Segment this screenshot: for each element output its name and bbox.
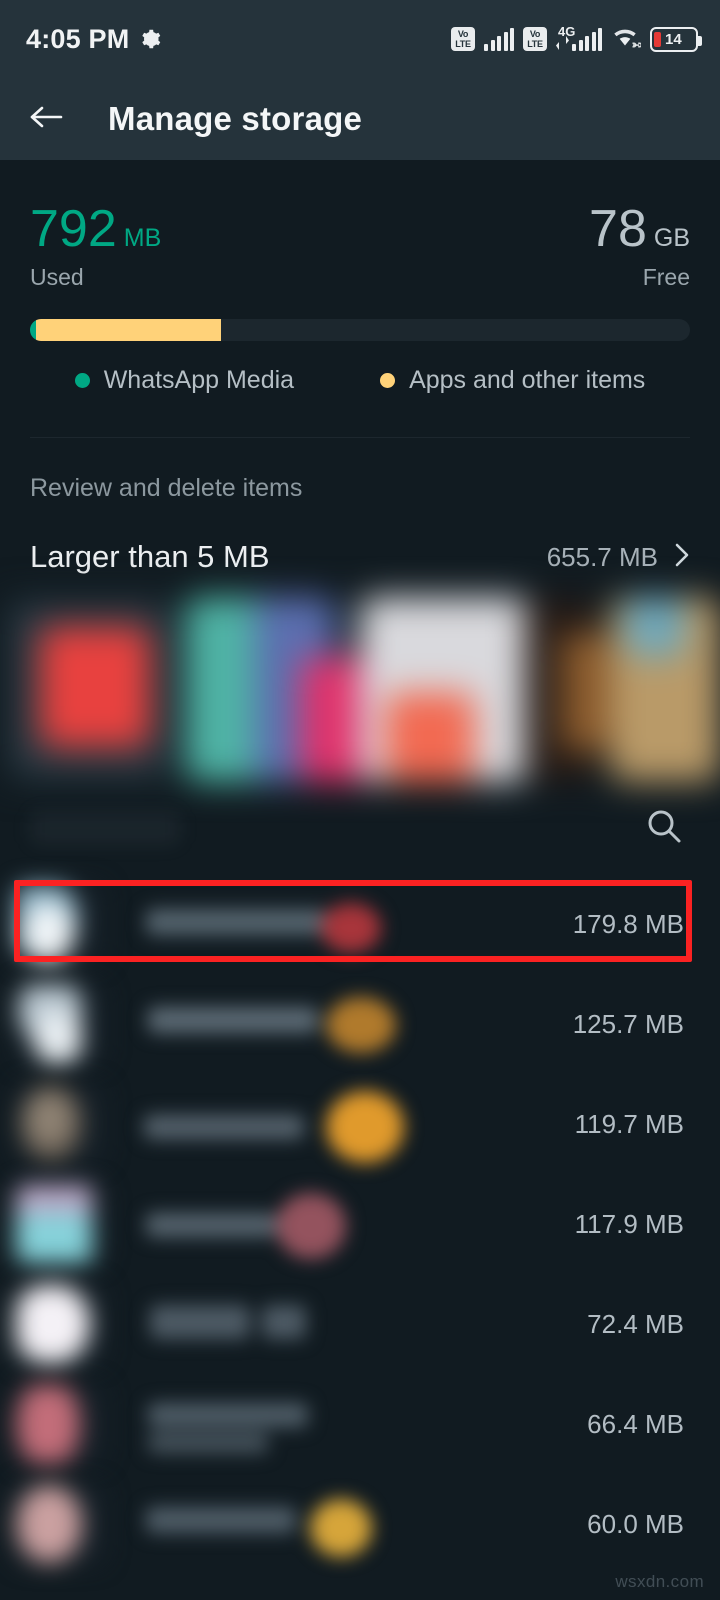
file-meta	[126, 1385, 587, 1463]
storage-legend: WhatsApp Media Apps and other items	[30, 366, 690, 395]
legend-dot-apps	[380, 373, 396, 388]
storage-used: 792 MB Used	[30, 202, 161, 291]
network-type-label: 4G	[558, 24, 576, 39]
larger-than-row[interactable]: Larger than 5 MB 655.7 MB	[30, 539, 690, 575]
file-thumbnail	[16, 1285, 104, 1363]
file-meta	[126, 885, 573, 963]
file-thumbnail	[16, 1485, 104, 1563]
used-unit: MB	[123, 224, 162, 252]
signal-bars-icon-sim1	[484, 27, 514, 51]
larger-than-right: 655.7 MB	[547, 542, 690, 573]
legend-label-media: WhatsApp Media	[103, 366, 295, 394]
table-row[interactable]: 66.4 MB	[0, 1374, 720, 1474]
file-size: 60.0 MB	[587, 1508, 684, 1539]
file-meta	[126, 1285, 587, 1363]
status-bar-right: Vo LTE Vo LTE 4G 14	[451, 24, 702, 54]
table-row[interactable]: 125.7 MB	[0, 974, 720, 1074]
battery-level-label: 14	[665, 30, 682, 48]
phone-screen: 4:05 PM Vo LTE Vo LTE 4G 14 Manage stora…	[0, 0, 720, 1600]
file-size: 125.7 MB	[572, 1008, 684, 1039]
storage-free: 78 GB Free	[589, 202, 690, 291]
review-section-title: Review and delete items	[30, 474, 303, 502]
table-row[interactable]: 119.7 MB	[0, 1074, 720, 1174]
legend-dot-media	[74, 373, 90, 388]
list-toolbar	[0, 782, 720, 874]
storage-progress-bar	[30, 319, 690, 341]
storage-figures: 792 MB Used 78 GB Free	[30, 202, 690, 291]
volte-icon-sim1: Vo LTE	[451, 27, 475, 51]
progress-segment-apps	[35, 319, 221, 341]
file-thumbnail	[16, 885, 104, 963]
sort-by-control[interactable]	[30, 811, 180, 845]
free-value: 78	[589, 200, 647, 258]
table-row[interactable]: 60.0 MB	[0, 1474, 720, 1574]
back-arrow-icon[interactable]	[28, 102, 66, 137]
status-time: 4:05 PM	[26, 23, 130, 54]
file-meta	[126, 1185, 575, 1263]
media-preview-strip[interactable]	[0, 597, 720, 782]
file-meta	[126, 1485, 587, 1563]
gear-icon	[139, 28, 161, 50]
status-bar-left: 4:05 PM	[26, 24, 161, 55]
battery-icon: 14	[650, 26, 702, 52]
page-title: Manage storage	[108, 100, 363, 137]
file-size: 66.4 MB	[587, 1408, 684, 1439]
legend-label-apps: Apps and other items	[409, 366, 646, 394]
signal-bars-icon-sim2	[572, 27, 602, 51]
file-thumbnail	[16, 1385, 104, 1463]
used-caption: Used	[30, 264, 84, 290]
used-value: 792	[30, 200, 117, 258]
file-thumbnail	[16, 985, 104, 1063]
file-size: 72.4 MB	[587, 1308, 684, 1339]
file-thumbnail	[16, 1085, 104, 1163]
file-list: 179.8 MB 125.7 MB 119.7 MB 117.9 MB 72.4…	[0, 874, 720, 1574]
mobile-data-icon: 4G	[556, 24, 602, 51]
table-row[interactable]: 72.4 MB	[0, 1274, 720, 1374]
file-meta	[126, 985, 573, 1063]
wifi-icon	[611, 25, 643, 54]
file-thumbnail	[16, 1185, 104, 1263]
file-meta	[126, 1085, 575, 1163]
storage-summary: 792 MB Used 78 GB Free WhatsApp Media Apps…	[0, 160, 720, 438]
free-caption: Free	[642, 264, 690, 290]
app-bar: Manage storage	[0, 78, 720, 160]
file-size: 117.9 MB	[574, 1208, 684, 1239]
table-row[interactable]: 179.8 MB	[0, 874, 720, 974]
free-unit: GB	[653, 224, 690, 252]
legend-item-apps: Apps and other items	[380, 366, 645, 395]
table-row[interactable]: 117.9 MB	[0, 1174, 720, 1274]
file-size: 179.8 MB	[572, 908, 684, 939]
watermark: wsxdn.com	[615, 1572, 704, 1591]
larger-than-label: Larger than 5 MB	[30, 539, 270, 574]
chevron-right-icon	[674, 542, 690, 573]
status-bar: 4:05 PM Vo LTE Vo LTE 4G 14	[0, 0, 720, 78]
legend-item-media: WhatsApp Media	[74, 366, 295, 395]
larger-than-size: 655.7 MB	[546, 541, 658, 572]
review-section: Review and delete items Larger than 5 MB…	[0, 438, 720, 575]
file-size: 119.7 MB	[574, 1108, 684, 1139]
volte-icon-sim2: Vo LTE	[523, 27, 547, 51]
search-icon[interactable]	[644, 806, 684, 851]
